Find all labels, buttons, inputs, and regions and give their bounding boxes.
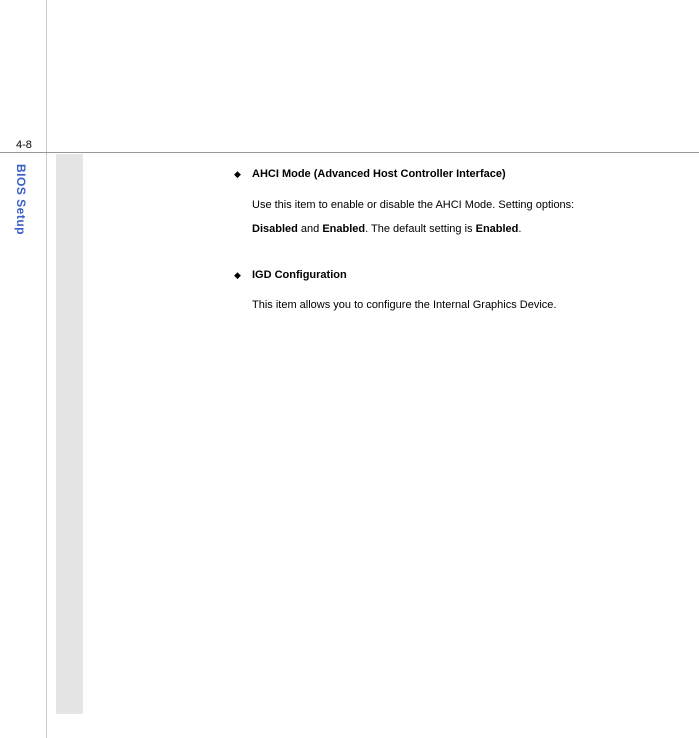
bullet-icon: ◆ (234, 168, 241, 182)
bullet-body: This item allows you to configure the In… (252, 293, 699, 317)
body-text: and (298, 223, 322, 235)
option-default: Enabled (476, 223, 519, 235)
bullet-title: IGD Configuration (252, 267, 699, 284)
option-enabled: Enabled (322, 223, 365, 235)
main-content: ◆ AHCI Mode (Advanced Host Controller In… (230, 166, 699, 336)
bullet-title: AHCI Mode (Advanced Host Controller Inte… (252, 166, 699, 183)
option-disabled: Disabled (252, 223, 298, 235)
page-number: 4-8 (16, 139, 32, 151)
vertical-divider (46, 0, 47, 738)
bullet-item-ahci: ◆ AHCI Mode (Advanced Host Controller In… (230, 166, 699, 241)
gray-side-column (56, 154, 83, 714)
body-text: Use this item to enable or disable the A… (252, 193, 574, 217)
horizontal-rule (0, 152, 699, 153)
bullet-item-igd: ◆ IGD Configuration This item allows you… (230, 267, 699, 318)
body-text: . (518, 223, 521, 235)
section-side-label: BIOS Setup (14, 164, 28, 235)
bullet-body: Use this item to enable or disable the A… (252, 193, 699, 241)
body-text: . The default setting is (365, 223, 475, 235)
bullet-icon: ◆ (234, 269, 241, 283)
